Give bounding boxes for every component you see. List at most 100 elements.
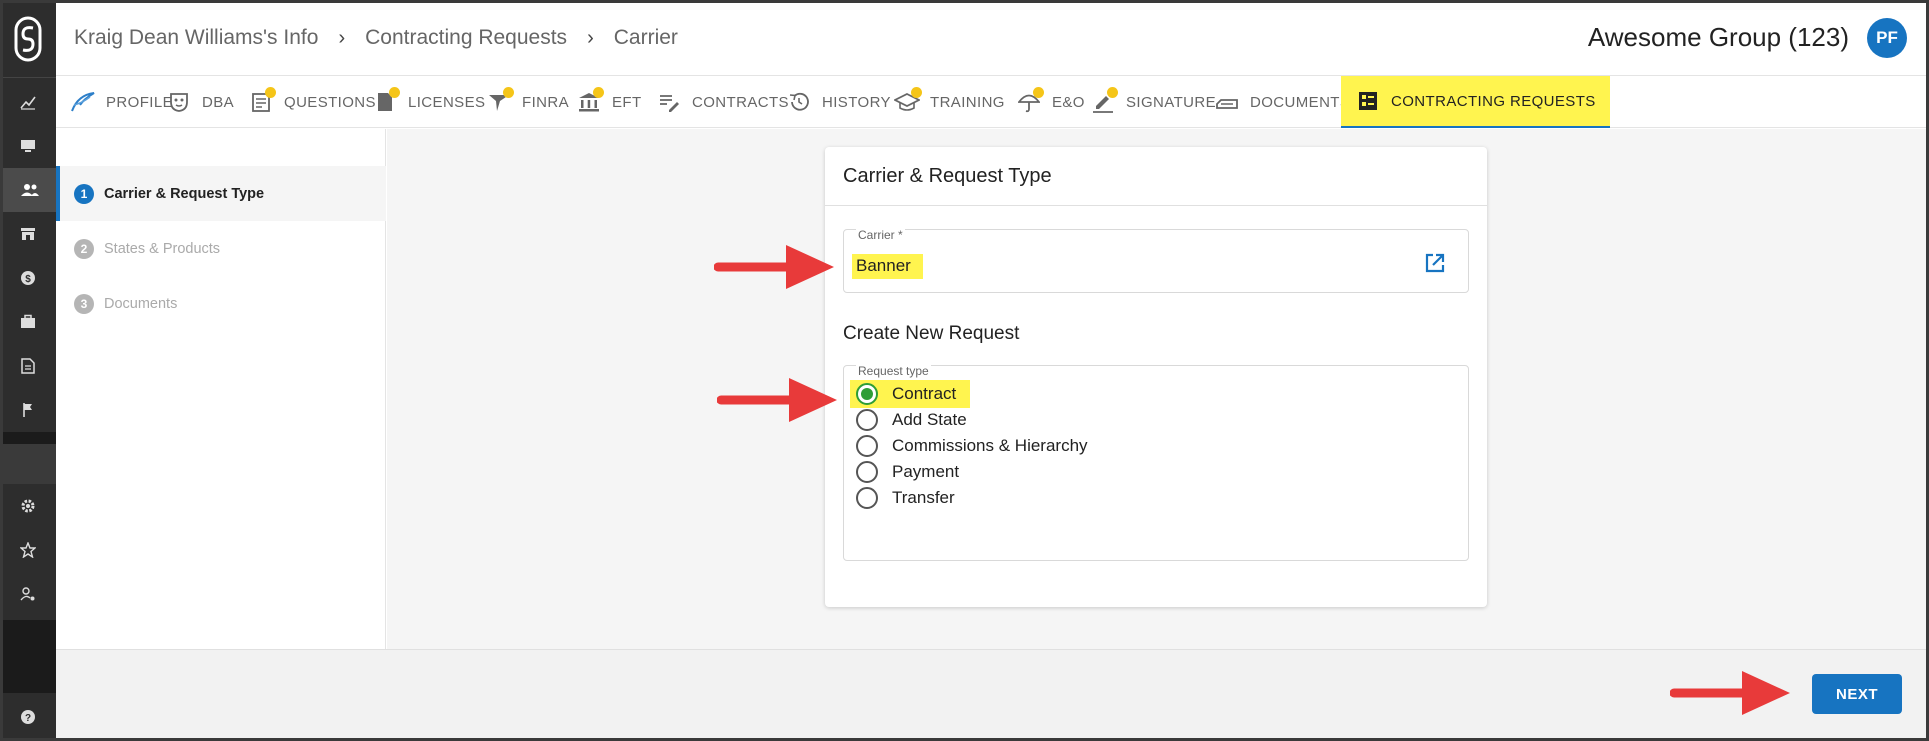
- mask-icon: [166, 89, 192, 115]
- notification-dot: [1033, 87, 1044, 98]
- step-number: 1: [74, 183, 94, 204]
- flag-icon: [23, 403, 32, 417]
- radio-add-state[interactable]: Add State: [856, 406, 981, 434]
- help-button[interactable]: ?: [0, 693, 56, 741]
- radio-transfer[interactable]: Transfer: [856, 484, 969, 512]
- request-card: Carrier & Request Type Carrier * Banner …: [825, 147, 1487, 607]
- rail-store[interactable]: [0, 212, 56, 256]
- monitor-icon: [21, 140, 35, 152]
- org-name: Awesome Group (123): [1587, 22, 1849, 52]
- breadcrumb-contracting-requests[interactable]: Contracting Requests: [365, 26, 567, 50]
- rail-flag[interactable]: [0, 388, 56, 432]
- rail-settings[interactable]: [0, 484, 56, 528]
- tab-contracts[interactable]: CONTRACTS: [656, 76, 789, 128]
- app-logo[interactable]: [0, 0, 56, 78]
- contract-pen-icon: [656, 89, 682, 115]
- star-icon: [20, 542, 36, 558]
- rail-briefcase[interactable]: [0, 300, 56, 344]
- step-documents[interactable]: 3 Documents: [56, 276, 386, 331]
- arrow-annotation-icon: [1670, 671, 1790, 715]
- step-number: 3: [74, 293, 94, 314]
- section-title: Create New Request: [843, 323, 1020, 344]
- radio-unchecked-icon: [856, 461, 878, 483]
- radio-commissions-hierarchy[interactable]: Commissions & Hierarchy: [856, 432, 1102, 460]
- carrier-field[interactable]: Carrier * Banner: [843, 228, 1469, 293]
- main-content: Carrier & Request Type Carrier * Banner …: [387, 129, 1926, 649]
- request-type-group: Request type Contract Add State Commissi…: [843, 364, 1469, 561]
- tab-finra[interactable]: FINRA: [486, 76, 569, 128]
- rail-document[interactable]: [0, 344, 56, 388]
- people-icon: [20, 184, 39, 196]
- rail-dollar[interactable]: $: [0, 256, 56, 300]
- history-icon: [786, 89, 812, 115]
- tab-eo[interactable]: E&O: [1016, 76, 1085, 128]
- radio-checked-icon: [856, 383, 878, 405]
- logo-icon: [14, 16, 42, 61]
- tab-bar: PROFILE DBA QUESTIONS LICENSES FINRA EFT…: [56, 76, 1929, 128]
- svg-text:$: $: [25, 274, 31, 285]
- breadcrumb: Kraig Dean Williams's Info › Contracting…: [74, 26, 678, 50]
- user-settings-icon: [20, 587, 35, 601]
- radio-unchecked-icon: [856, 409, 878, 431]
- footer-bar: NEXT: [56, 649, 1926, 738]
- graduation-cap-icon: [894, 87, 922, 115]
- radio-payment[interactable]: Payment: [856, 458, 973, 486]
- rail-user-settings[interactable]: [0, 572, 56, 616]
- notification-dot: [503, 87, 514, 98]
- step-label: Documents: [104, 295, 178, 312]
- step-states-products[interactable]: 2 States & Products: [56, 221, 386, 276]
- rail-monitor[interactable]: [0, 124, 56, 168]
- step-label: States & Products: [104, 240, 221, 257]
- dollar-icon: $: [21, 271, 35, 285]
- store-icon: [21, 228, 35, 240]
- help-icon: ?: [21, 710, 35, 724]
- signature-icon: [1090, 87, 1118, 115]
- profile-icon: [70, 89, 96, 115]
- bank-icon: [576, 87, 604, 115]
- tab-licenses[interactable]: LICENSES: [372, 76, 485, 128]
- notification-dot: [389, 87, 400, 98]
- tab-questions[interactable]: QUESTIONS: [248, 76, 376, 128]
- tab-signature[interactable]: SIGNATURE: [1090, 76, 1216, 128]
- tab-contracting-requests[interactable]: CONTRACTING REQUESTS: [1341, 76, 1610, 128]
- tab-history[interactable]: HISTORY: [786, 76, 891, 128]
- rail-empty-space: [0, 620, 56, 693]
- step-number: 2: [74, 238, 94, 259]
- tab-documents[interactable]: DOCUMENTS: [1214, 76, 1350, 128]
- tab-dba[interactable]: DBA: [166, 76, 234, 128]
- documents-icon: [1214, 89, 1240, 115]
- carrier-value[interactable]: Banner: [852, 254, 923, 279]
- settings-icon: [21, 499, 35, 513]
- finra-icon: [486, 87, 514, 115]
- carrier-label: Carrier *: [856, 228, 905, 242]
- analytics-icon: [20, 96, 36, 110]
- breadcrumb-agent-info[interactable]: Kraig Dean Williams's Info: [74, 26, 318, 50]
- left-rail: $ ?: [0, 0, 56, 741]
- page-header: Kraig Dean Williams's Info › Contracting…: [56, 0, 1929, 76]
- arrow-annotation-icon: [714, 245, 834, 289]
- requests-icon: [1355, 88, 1381, 114]
- rail-star[interactable]: [0, 528, 56, 572]
- chevron-right-icon: ›: [338, 26, 346, 49]
- chevron-right-icon: ›: [587, 26, 594, 49]
- questions-icon: [248, 87, 276, 115]
- request-type-label: Request type: [856, 364, 931, 378]
- radio-contract[interactable]: Contract: [850, 380, 971, 408]
- steps-panel: 1 Carrier & Request Type 2 States & Prod…: [56, 129, 386, 649]
- avatar[interactable]: PF: [1867, 18, 1907, 58]
- document-icon: [21, 358, 35, 374]
- rail-divider: [0, 432, 56, 444]
- rail-analytics[interactable]: [0, 80, 56, 124]
- rail-people[interactable]: [0, 168, 56, 212]
- umbrella-icon: [1016, 87, 1044, 115]
- open-in-new-icon[interactable]: [1424, 252, 1446, 274]
- tab-training[interactable]: TRAINING: [894, 76, 1005, 128]
- tab-eft[interactable]: EFT: [576, 76, 642, 128]
- arrow-annotation-icon: [717, 378, 837, 422]
- briefcase-icon: [21, 314, 35, 328]
- tab-profile[interactable]: PROFILE: [70, 76, 173, 128]
- step-carrier-request-type[interactable]: 1 Carrier & Request Type: [56, 166, 386, 221]
- next-button[interactable]: NEXT: [1812, 674, 1902, 714]
- rail-spacer: [0, 444, 56, 484]
- radio-unchecked-icon: [856, 487, 878, 509]
